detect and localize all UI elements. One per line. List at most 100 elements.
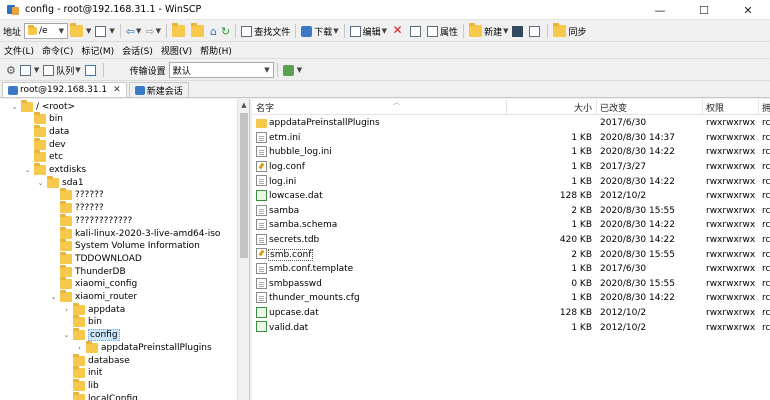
- tree-item-label: kali-linux-2020-3-live-amd64-iso: [75, 228, 221, 239]
- file-row[interactable]: samba.schema 1 KB 2020/8/30 14:22 rwxrwxrwx…: [252, 218, 770, 233]
- tree-item[interactable]: lib: [62, 378, 99, 392]
- column-size[interactable]: 大小: [574, 101, 592, 114]
- file-row[interactable]: log.ini 1 KB 2020/8/30 14:22 rwxrwxrwx rc: [252, 174, 770, 189]
- tree-item[interactable]: ????????????: [49, 213, 132, 227]
- keep-remote-button[interactable]: [83, 61, 100, 79]
- tree-item[interactable]: System Volume Information: [49, 239, 200, 253]
- file-row[interactable]: etm.ini 1 KB 2020/8/30 14:37 rwxrwxrwx rc: [252, 131, 770, 146]
- compare-button[interactable]: [527, 22, 544, 40]
- file-row[interactable]: smb.conf.template 1 KB 2017/6/30 rwxrwxrwx r…: [252, 262, 770, 277]
- close-tab-icon[interactable]: ✕: [113, 85, 121, 95]
- file-row[interactable]: valid.dat 1 KB 2012/10/2 rwxrwxrwx rc: [252, 320, 770, 335]
- transfer-settings-combo[interactable]: 默认 ▼: [168, 62, 274, 78]
- file-row[interactable]: hubble_log.ini 1 KB 2020/8/30 14:22 rwxrwxr…: [252, 145, 770, 160]
- path-combo[interactable]: /e ▼: [24, 23, 69, 39]
- sync-button[interactable]: 同步: [551, 22, 588, 40]
- forward-button[interactable]: ⇨ ▼: [143, 22, 163, 40]
- tree-item[interactable]: xiaomi_config: [49, 277, 137, 291]
- delete-button[interactable]: ✕: [389, 22, 408, 40]
- file-row[interactable]: log.conf 1 KB 2017/3/27 rwxrwxrwx rc: [252, 160, 770, 175]
- file-list[interactable]: ︿ 名字 大小 已改变 权限 拥 appdataPreinstallPlugin…: [252, 99, 770, 400]
- tree-item[interactable]: dev: [23, 137, 66, 151]
- menu-view[interactable]: 视图(V): [157, 44, 196, 57]
- file-row[interactable]: lowcase.dat 128 KB 2012/10/2 rwxrwxrwx rc: [252, 189, 770, 204]
- file-rights: rwxrwxrwx: [706, 278, 756, 289]
- tree-item[interactable]: init: [62, 366, 102, 380]
- column-modified[interactable]: 已改变: [600, 101, 627, 114]
- maximize-button[interactable]: ☐: [682, 0, 726, 20]
- tree-item[interactable]: ⌄ / <root>: [10, 99, 75, 113]
- directory-tree[interactable]: ⌄ / <root> bin data dev etc ⌄ extdisks ⌄ sda1????…: [0, 99, 250, 400]
- expand-toggle-icon[interactable]: ⌄: [62, 331, 71, 339]
- download-button[interactable]: 下载 ▼: [299, 22, 340, 40]
- tree-item[interactable]: ⌄ xiaomi_router: [49, 290, 137, 304]
- collapse-toggle-icon[interactable]: ›: [62, 306, 71, 314]
- collapse-toggle-icon[interactable]: ›: [75, 344, 84, 352]
- column-separator[interactable]: [506, 99, 507, 115]
- tree-item[interactable]: ??????: [49, 188, 104, 202]
- tree-item[interactable]: database: [62, 353, 130, 367]
- new-button[interactable]: 新建 ▼: [467, 22, 510, 40]
- file-row[interactable]: smbpasswd 0 KB 2020/8/30 15:55 rwxrwxrwx rc: [252, 277, 770, 292]
- transfer-options-button[interactable]: ▼: [281, 61, 304, 79]
- open-folder-button[interactable]: ▼: [68, 22, 93, 40]
- column-rights[interactable]: 权限: [706, 101, 724, 114]
- refresh-button[interactable]: ↻: [219, 22, 232, 40]
- close-window-button[interactable]: ✕: [726, 0, 770, 20]
- file-row[interactable]: secrets.tdb 420 KB 2020/8/30 14:22 rwxrwxrw…: [252, 233, 770, 248]
- tree-item[interactable]: TDDOWNLOAD: [49, 251, 142, 265]
- file-row[interactable]: samba 2 KB 2020/8/30 15:55 rwxrwxrwx rc: [252, 204, 770, 219]
- console-button[interactable]: [510, 22, 527, 40]
- rename-button[interactable]: [408, 22, 425, 40]
- expand-toggle-icon[interactable]: ⌄: [49, 293, 58, 301]
- tree-item[interactable]: › appdata: [62, 302, 125, 316]
- tab-new-session[interactable]: 新建会话: [128, 82, 189, 97]
- tree-item[interactable]: ??????: [49, 201, 104, 215]
- home-button[interactable]: ⌂: [208, 22, 219, 40]
- tree-item[interactable]: ⌄ config: [62, 328, 120, 342]
- expand-toggle-icon[interactable]: ⌄: [10, 103, 19, 111]
- tree-item[interactable]: bin: [23, 112, 63, 126]
- layout-button[interactable]: ▼: [18, 61, 41, 79]
- file-rights: rwxrwxrwx: [706, 322, 756, 333]
- edit-button[interactable]: 编辑 ▼: [348, 22, 389, 40]
- find-files-button[interactable]: 查找文件: [239, 22, 292, 40]
- parent-dir-button[interactable]: [170, 22, 189, 40]
- tree-item[interactable]: kali-linux-2020-3-live-amd64-iso: [49, 226, 221, 240]
- column-owner[interactable]: 拥: [762, 101, 770, 114]
- tree-scrollbar[interactable]: ▲: [237, 99, 249, 400]
- column-name[interactable]: 名字: [256, 101, 274, 114]
- menu-help[interactable]: 帮助(H): [196, 44, 236, 57]
- tree-item[interactable]: bin: [62, 315, 102, 329]
- root-dir-button[interactable]: [189, 22, 208, 40]
- tree-item[interactable]: ⌄ sda1: [36, 175, 84, 189]
- tree-item[interactable]: localConfig: [62, 391, 138, 400]
- scroll-up-icon[interactable]: ▲: [238, 101, 249, 109]
- file-row[interactable]: smb.conf 2 KB 2020/8/30 15:55 rwxrwxrwx rc: [252, 247, 770, 262]
- tree-item[interactable]: › appdataPreinstallPlugins: [75, 340, 212, 354]
- menu-commands[interactable]: 命令(C): [38, 44, 77, 57]
- tree-item[interactable]: data: [23, 124, 69, 138]
- menu-mark[interactable]: 标记(M): [77, 44, 118, 57]
- file-row[interactable]: appdataPreinstallPlugins 2017/6/30 rwxrwxr…: [252, 116, 770, 131]
- queue-button[interactable]: 队列 ▼: [41, 61, 82, 79]
- filter-button[interactable]: ▼: [93, 22, 116, 40]
- menu-file[interactable]: 文件(L): [0, 44, 38, 57]
- expand-toggle-icon[interactable]: ⌄: [36, 179, 45, 187]
- column-separator[interactable]: [758, 99, 759, 115]
- menu-session[interactable]: 会话(S): [118, 44, 157, 57]
- scrollbar-thumb[interactable]: [240, 113, 248, 258]
- column-separator[interactable]: [702, 99, 703, 115]
- tree-item[interactable]: ThunderDB: [49, 264, 126, 278]
- file-row[interactable]: thunder_mounts.cfg 1 KB 2020/8/30 14:22 rwx…: [252, 291, 770, 306]
- column-separator[interactable]: [596, 99, 597, 115]
- minimize-button[interactable]: —: [638, 0, 682, 20]
- tab-session-root[interactable]: root@192.168.31.1 ✕: [2, 82, 127, 97]
- tree-item[interactable]: etc: [23, 150, 63, 164]
- properties-button[interactable]: 属性: [425, 22, 460, 40]
- back-button[interactable]: ⇦ ▼: [124, 22, 144, 40]
- tree-item[interactable]: ⌄ extdisks: [23, 163, 86, 177]
- file-row[interactable]: upcase.dat 128 KB 2012/10/2 rwxrwxrwx rc: [252, 306, 770, 321]
- preferences-button[interactable]: ⚙: [4, 61, 18, 79]
- expand-toggle-icon[interactable]: ⌄: [23, 166, 32, 174]
